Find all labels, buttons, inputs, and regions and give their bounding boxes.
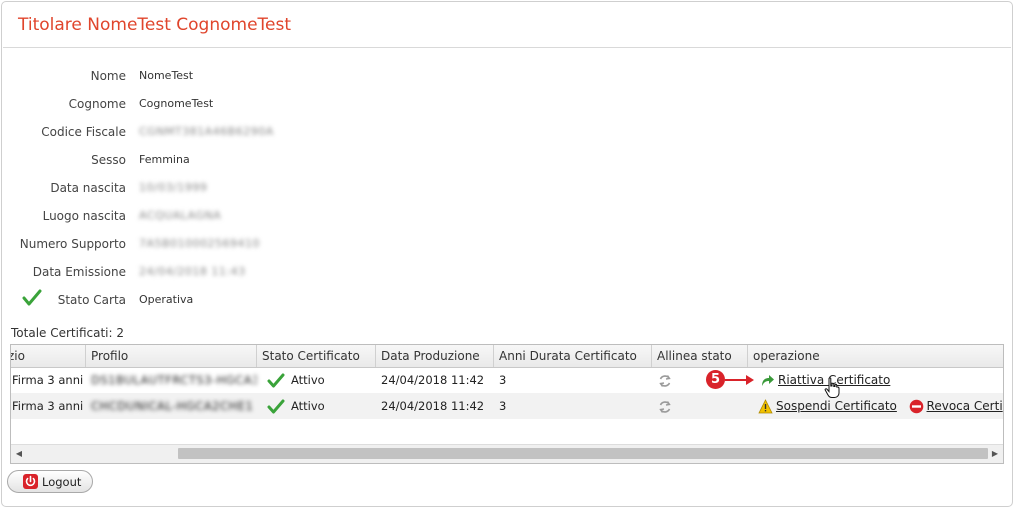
refresh-icon[interactable] (658, 400, 672, 414)
logout-label: Logout (42, 475, 82, 489)
scroll-right-icon[interactable]: ▶ (987, 445, 1003, 463)
field-sesso: Sesso Femmina (0, 151, 400, 171)
grid-header: zio Profilo Stato Certificato Data Produ… (11, 345, 1003, 368)
field-value-redacted: 7A5B010002569410 (139, 237, 261, 250)
logout-button[interactable]: Logout (7, 470, 93, 493)
table-row: Firma 3 anni DS1BULAUTFRCTS3-HGCA3FD1 At… (11, 367, 1003, 393)
column-header-data-produzione[interactable]: Data Produzione (376, 345, 494, 367)
field-value-redacted: 24/04/2018 11:43 (139, 265, 246, 278)
field-cognome: Cognome CognomeTest (0, 95, 400, 115)
field-value: NomeTest (139, 69, 194, 82)
table-row: Firma 3 anni CHCDUNICAL-HGCA2CHE1 Attivo… (11, 393, 1003, 419)
refresh-icon[interactable] (658, 374, 672, 388)
field-value: CognomeTest (139, 97, 214, 110)
cell-operazione: Riattiva Certificato (748, 367, 1003, 393)
field-label: Nome (90, 69, 126, 83)
check-icon (267, 373, 285, 387)
field-nome: Nome NomeTest (0, 67, 400, 87)
column-header-tipo[interactable]: zio (11, 345, 86, 367)
field-label: Data Emissione (32, 265, 126, 279)
power-icon (23, 474, 38, 489)
field-label: Luogo nascita (42, 209, 126, 223)
cell-anni-durata: 3 (499, 399, 507, 413)
field-value-redacted: 10/03/1999 (139, 181, 208, 194)
field-data-nascita: Data nascita 10/03/1999 (0, 179, 400, 199)
field-numero-supporto: Numero Supporto 7A5B010002569410 (0, 235, 400, 255)
field-codice-fiscale: Codice Fiscale CGNMT381A46B6290A (0, 123, 400, 143)
step-arrow-icon (725, 375, 754, 385)
column-header-profilo[interactable]: Profilo (86, 345, 257, 367)
field-value-redacted: ACQUALAGNA (139, 209, 222, 222)
field-luogo-nascita: Luogo nascita ACQUALAGNA (0, 207, 400, 227)
total-certificates: Totale Certificati: 2 (11, 326, 124, 340)
cell-tipo: Firma 3 anni (12, 373, 84, 387)
revoke-certificate-link[interactable]: Revoca Certi (927, 399, 1003, 413)
scroll-left-icon[interactable]: ◀ (11, 445, 27, 463)
cell-tipo: Firma 3 anni (12, 399, 84, 413)
cell-profilo-redacted: DS1BULAUTFRCTS3-HGCA3FD1 (91, 373, 257, 387)
field-label: Stato Carta (57, 293, 126, 307)
field-value: Femmina (139, 153, 190, 166)
warning-icon (758, 399, 773, 414)
revoke-icon (909, 399, 923, 414)
reactivate-arrow-icon (762, 375, 774, 386)
certificates-grid: zio Profilo Stato Certificato Data Produ… (10, 344, 1004, 464)
cell-data-produzione: 24/04/2018 11:42 (381, 373, 485, 387)
cell-data-produzione: 24/04/2018 11:42 (381, 399, 485, 413)
cell-stato: Attivo (257, 367, 376, 393)
cell-stato: Attivo (257, 393, 376, 419)
scrollbar-thumb[interactable] (178, 448, 988, 459)
cell-allinea (652, 393, 748, 419)
field-value: Operativa (139, 293, 194, 306)
hand-cursor-icon (824, 377, 840, 398)
cell-anni-durata: 3 (499, 373, 507, 387)
check-icon (267, 399, 285, 413)
field-label: Sesso (91, 153, 126, 167)
step-number-badge: 5 (706, 370, 725, 389)
cell-operazione: Sospendi Certificato Revoca Certi (748, 393, 1003, 419)
check-icon (22, 289, 42, 306)
field-label: Codice Fiscale (41, 125, 126, 139)
title-divider (3, 47, 1011, 48)
column-header-stato[interactable]: Stato Certificato (257, 345, 376, 367)
field-data-emissione: Data Emissione 24/04/2018 11:43 (0, 263, 400, 283)
field-label: Numero Supporto (19, 237, 126, 251)
horizontal-scrollbar[interactable]: ◀ ▶ (11, 444, 1003, 463)
panel-title: Titolare NomeTest CognomeTest (18, 15, 292, 35)
status-text: Attivo (291, 373, 325, 387)
field-value-redacted: CGNMT381A46B6290A (139, 125, 274, 138)
column-header-allinea-stato[interactable]: Allinea stato (652, 345, 748, 367)
column-header-operazione[interactable]: operazione (748, 345, 1003, 367)
status-text: Attivo (291, 399, 325, 413)
column-header-anni-durata[interactable]: Anni Durata Certificato (494, 345, 652, 367)
field-stato-carta: Stato Carta Operativa (0, 289, 400, 311)
field-label: Data nascita (50, 181, 126, 195)
suspend-certificate-link[interactable]: Sospendi Certificato (776, 399, 897, 413)
cell-profilo-redacted: CHCDUNICAL-HGCA2CHE1 (91, 399, 254, 413)
field-label: Cognome (68, 97, 126, 111)
